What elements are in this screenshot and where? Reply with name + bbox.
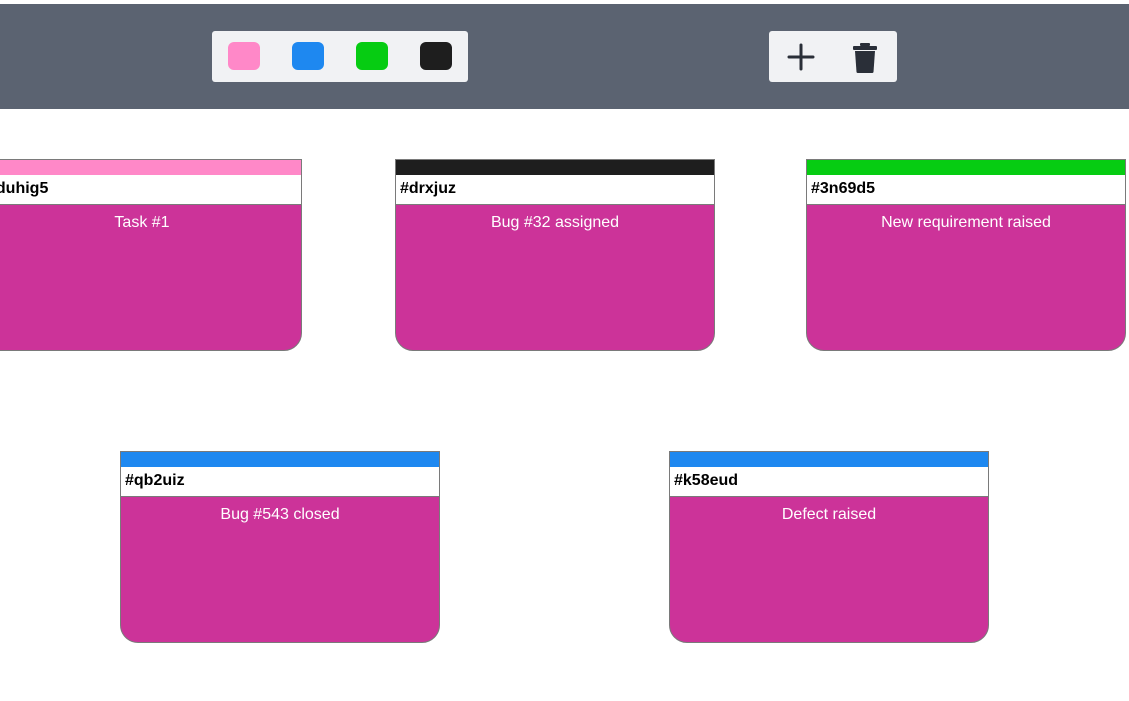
ticket-color-bar <box>807 160 1125 175</box>
ticket-task: Task #1 <box>114 214 170 231</box>
ticket-color-bar <box>0 160 301 175</box>
add-ticket-button[interactable] <box>783 39 819 75</box>
ticket-card[interactable]: #qb2uiz Bug #543 closed <box>120 451 440 643</box>
ticket-card[interactable]: #3n69d5 New requirement raised <box>806 159 1126 351</box>
ticket-id: #k58eud <box>670 467 988 497</box>
ticket-task: Defect raised <box>781 506 877 523</box>
ticket-color-bar <box>396 160 714 175</box>
ticket-id: #drxjuz <box>396 175 714 205</box>
ticket-id: #3n69d5 <box>807 175 1125 205</box>
color-palette <box>212 31 468 82</box>
ticket-task: Bug #543 closed <box>220 506 340 523</box>
color-swatch-black[interactable] <box>420 42 452 70</box>
ticket-color-bar <box>670 452 988 467</box>
ticket-card[interactable]: #duhig5 Task #1 <box>0 159 302 351</box>
ticket-card[interactable]: #drxjuz Bug #32 assigned <box>395 159 715 351</box>
ticket-task: New requirement raised <box>881 214 1051 231</box>
toolbar <box>0 4 1129 109</box>
color-swatch-green[interactable] <box>356 42 388 70</box>
color-swatch-pink[interactable] <box>228 42 260 70</box>
plus-icon <box>787 43 815 71</box>
ticket-id: #qb2uiz <box>121 467 439 497</box>
ticket-color-bar <box>121 452 439 467</box>
color-swatch-blue[interactable] <box>292 42 324 70</box>
actions-box <box>769 31 897 82</box>
ticket-card[interactable]: #k58eud Defect raised <box>669 451 989 643</box>
delete-ticket-button[interactable] <box>847 39 883 75</box>
trash-icon <box>853 43 877 73</box>
ticket-id: #duhig5 <box>0 175 301 205</box>
ticket-task: Bug #32 assigned <box>490 214 620 231</box>
